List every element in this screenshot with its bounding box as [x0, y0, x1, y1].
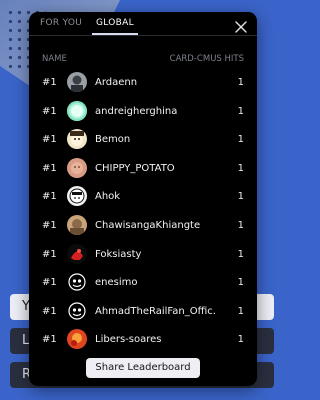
row-username[interactable]: Bemon [95, 134, 215, 145]
row-hits: 1 [237, 162, 244, 174]
row-hits: 1 [237, 334, 244, 346]
leaderboard-row[interactable]: #1 Bemon 1 [29, 127, 257, 155]
row-username[interactable]: enesimo [95, 277, 215, 288]
row-rank: #1 [42, 134, 57, 146]
avatar [67, 129, 87, 150]
leaderboard-modal: FOR YOU GLOBAL NAME CARD-CMUS HITS #1 Ard… [29, 12, 257, 386]
leaderboard-row[interactable]: #1 andreigherghina 1 [29, 99, 257, 127]
leaderboard-row[interactable]: #1 Foksiasty 1 [29, 242, 257, 270]
row-username[interactable]: CHIPPY_POTATO [95, 163, 215, 174]
row-rank: #1 [42, 305, 57, 317]
leaderboard-row[interactable]: #1 enesimo 1 [29, 270, 257, 298]
avatar [67, 329, 87, 350]
row-hits: 1 [237, 248, 244, 260]
tabs-divider [29, 35, 257, 36]
row-rank: #1 [42, 162, 57, 174]
leaderboard-row[interactable]: #1 Ardaenn 1 [29, 70, 257, 98]
avatar [67, 157, 87, 178]
avatar [67, 272, 87, 293]
leaderboard-row[interactable]: #1 ChawisangaKhiangte 1 [29, 213, 257, 241]
tab-bar: FOR YOU GLOBAL [29, 12, 257, 38]
row-rank: #1 [42, 220, 57, 231]
column-header-name: NAME [42, 54, 67, 64]
row-hits: 1 [237, 305, 244, 317]
avatar [67, 186, 87, 207]
row-username[interactable]: Libers-soares [95, 334, 215, 345]
avatar [67, 100, 87, 121]
row-rank: #1 [42, 77, 57, 88]
share-leaderboard-button[interactable]: Share Leaderboard [86, 358, 200, 378]
row-username[interactable]: ChawisangaKhiangte [95, 220, 215, 231]
leaderboard-row[interactable]: #1 Ahok 1 [29, 184, 257, 212]
row-rank: #1 [42, 191, 57, 203]
tab-global[interactable]: GLOBAL [96, 18, 134, 28]
row-username[interactable]: andreigherghina [95, 106, 215, 117]
row-hits: 1 [237, 220, 244, 231]
row-hits: 1 [237, 134, 244, 146]
row-rank: #1 [42, 248, 57, 260]
leaderboard-row[interactable]: #1 CHIPPY_POTATO 1 [29, 156, 257, 184]
row-rank: #1 [42, 105, 57, 117]
row-username[interactable]: AhmadTheRailFan_Offic... [95, 306, 215, 317]
avatar [67, 215, 87, 235]
tab-for-you[interactable]: FOR YOU [40, 18, 82, 28]
row-hits: 1 [237, 277, 244, 289]
row-hits: 1 [237, 191, 244, 203]
row-hits: 1 [237, 105, 244, 117]
row-rank: #1 [42, 334, 57, 346]
avatar [67, 300, 87, 321]
column-header-hits: CARD-CMUS HITS [169, 54, 244, 64]
row-username[interactable]: Foksiasty [95, 249, 215, 260]
row-hits: 1 [237, 77, 244, 88]
row-username[interactable]: Ahok [95, 191, 215, 202]
avatar [67, 243, 87, 264]
leaderboard-row[interactable]: #1 AhmadTheRailFan_Offic... 1 [29, 299, 257, 327]
row-username[interactable]: Ardaenn [95, 77, 215, 88]
row-rank: #1 [42, 277, 57, 289]
avatar [67, 72, 87, 92]
close-icon[interactable] [235, 18, 247, 33]
leaderboard-row[interactable]: #1 Libers-soares 1 [29, 327, 257, 355]
